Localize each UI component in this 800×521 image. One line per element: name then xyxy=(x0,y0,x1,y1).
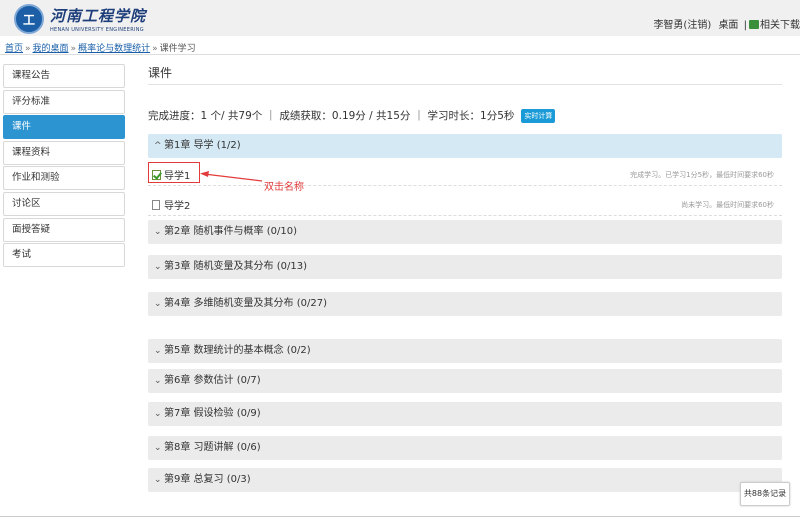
download-icon xyxy=(749,20,759,29)
sidebar: 课程公告 评分标准 课件 课程资料 作业和测验 讨论区 面授答疑 考试 xyxy=(3,64,125,269)
document-icon xyxy=(152,200,160,210)
chevron-down-icon: ⌄ xyxy=(154,475,162,485)
breadcrumb-desktop[interactable]: 我的桌面 xyxy=(33,44,69,54)
chevron-down-icon: ⌄ xyxy=(154,376,162,386)
lesson-status: 完成学习。已学习1分5秒，最低时间要求60秒 xyxy=(630,171,774,179)
sidebar-item-materials[interactable]: 课程资料 xyxy=(3,140,125,165)
annotation-arrow-icon xyxy=(200,171,263,182)
chapter-9-header[interactable]: ⌄ 第9章 总复习 (0/3) xyxy=(148,468,782,492)
breadcrumb: 首页» 我的桌面» 概率论与数理统计» 课件学习 xyxy=(5,44,196,54)
chevron-down-icon: ⌄ xyxy=(154,227,162,237)
progress-text: 完成进度：1 个/ 共79个 ｜ 成绩获取：0.19分 / 共15分 ｜ 学习时… xyxy=(148,110,515,122)
sidebar-item-qa[interactable]: 面授答疑 xyxy=(3,217,125,242)
chevron-down-icon: ⌄ xyxy=(154,299,162,309)
lesson-1-link[interactable]: 导学1 xyxy=(152,167,190,182)
breadcrumb-home[interactable]: 首页 xyxy=(5,44,23,54)
desktop-link[interactable]: 桌面 xyxy=(718,20,738,31)
chevron-down-icon: ⌄ xyxy=(154,346,162,356)
sidebar-item-exam[interactable]: 考试 xyxy=(3,243,125,268)
title-divider xyxy=(148,84,782,85)
chevron-down-icon: ⌄ xyxy=(154,409,162,419)
top-bar: 工 河南工程学院 HENAN UNIVERSITY ENGINEERING 李智… xyxy=(0,0,800,36)
breadcrumb-course[interactable]: 概率论与数理统计 xyxy=(78,44,150,54)
chevron-up-icon: ^ xyxy=(154,141,162,151)
chevron-down-icon: ⌄ xyxy=(154,262,162,272)
realtime-calc-button[interactable]: 实时计算 xyxy=(521,109,556,123)
logo-seal-icon: 工 xyxy=(14,4,44,34)
chapter-1-header[interactable]: ^ 第1章 导学 (1/2) xyxy=(148,134,782,158)
lesson-status: 尚未学习。最低时间要求60秒 xyxy=(681,201,774,209)
breadcrumb-current: 课件学习 xyxy=(159,44,196,54)
sidebar-item-courseware[interactable]: 课件 xyxy=(3,115,125,140)
logo-subtitle: HENAN UNIVERSITY ENGINEERING xyxy=(50,27,144,33)
sidebar-item-homework[interactable]: 作业和测验 xyxy=(3,166,125,191)
divider-line xyxy=(0,54,800,55)
chapter-7-header[interactable]: ⌄ 第7章 假设检验 (0/9) xyxy=(148,402,782,426)
progress-summary: 完成进度：1 个/ 共79个 ｜ 成绩获取：0.19分 / 共15分 ｜ 学习时… xyxy=(148,108,556,123)
sidebar-item-forum[interactable]: 讨论区 xyxy=(3,191,125,216)
downloads-link[interactable]: 相关下载 xyxy=(760,20,800,31)
divider: | xyxy=(743,20,747,31)
chapter-3-header[interactable]: ⌄ 第3章 随机变量及其分布 (0/13) xyxy=(148,255,782,279)
chevron-down-icon: ⌄ xyxy=(154,443,162,453)
main-content: 课件 完成进度：1 个/ 共79个 ｜ 成绩获取：0.19分 / 共15分 ｜ … xyxy=(148,64,782,492)
chapter-8-header[interactable]: ⌄ 第8章 习题讲解 (0/6) xyxy=(148,436,782,460)
logo[interactable]: 工 河南工程学院 HENAN UNIVERSITY ENGINEERING xyxy=(14,4,146,34)
annotation-label: 双击名称 xyxy=(264,182,304,193)
lesson-row: 导学2 尚未学习。最低时间要求60秒 xyxy=(148,192,782,216)
chapter-6-header[interactable]: ⌄ 第6章 参数估计 (0/7) xyxy=(148,369,782,393)
sidebar-item-grading[interactable]: 评分标准 xyxy=(3,89,125,114)
sidebar-item-announcements[interactable]: 课程公告 xyxy=(3,64,125,88)
completed-check-icon xyxy=(152,170,161,180)
logo-title: 河南工程学院 xyxy=(50,7,147,25)
user-links: 李智勇(注销) 桌面 | 相关下载 xyxy=(653,16,800,31)
lesson-2-link[interactable]: 导学2 xyxy=(152,197,190,212)
records-count-badge: 共88条记录 xyxy=(740,482,790,506)
chapter-label: 第1章 导学 (1/2) xyxy=(164,140,241,151)
bottom-divider xyxy=(0,516,800,521)
user-logout-link[interactable]: 李智勇(注销) xyxy=(653,20,711,31)
chapter-4-header[interactable]: ⌄ 第4章 多维随机变量及其分布 (0/27) xyxy=(148,292,782,316)
chapter-2-header[interactable]: ⌄ 第2章 随机事件与概率 (0/10) xyxy=(148,220,782,244)
page-title: 课件 xyxy=(148,66,173,80)
chapter-5-header[interactable]: ⌄ 第5章 数理统计的基本概念 (0/2) xyxy=(148,339,782,363)
